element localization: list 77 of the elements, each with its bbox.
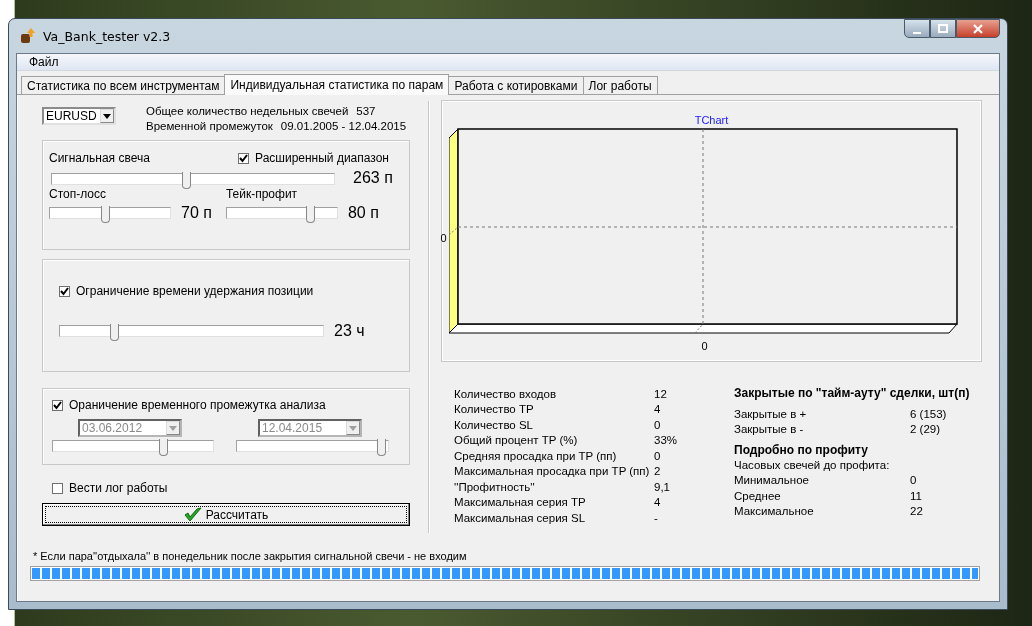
- slider-thumb[interactable]: [306, 206, 316, 223]
- close-icon: [972, 23, 984, 34]
- slider-thumb[interactable]: [110, 324, 120, 341]
- checkbox[interactable]: [52, 399, 63, 411]
- stat-value: 0: [910, 474, 917, 487]
- stat-label: ''Профитность'': [454, 480, 536, 493]
- maximize-button[interactable]: [930, 19, 956, 38]
- slider-value: 263 п: [353, 169, 393, 187]
- slider-value: 70 п: [181, 204, 212, 222]
- stat-label: Максимальное: [734, 505, 815, 518]
- minimize-button[interactable]: [904, 19, 930, 38]
- close-button[interactable]: [956, 19, 1000, 38]
- checkbox-label: Ораничение временного промежутка анализа: [69, 398, 326, 412]
- maximize-icon: [938, 23, 948, 34]
- stat-value: 4: [654, 496, 661, 509]
- tab[interactable]: Работа с котировками: [448, 76, 584, 94]
- stat-value: 2 (29): [910, 423, 941, 436]
- info-value: 09.01.2005 - 12.04.2015: [280, 120, 407, 132]
- stat-value: 12: [654, 387, 667, 400]
- stat-label: Среднее: [734, 489, 782, 502]
- stat-label: Максимальная просадка при TP (пп): [454, 465, 651, 478]
- stat-label: Количество SL: [454, 418, 535, 431]
- section-subtitle: Часовых свечей до профита:: [734, 457, 891, 473]
- stat-value: 11: [910, 489, 922, 502]
- menu-item[interactable]: Файл: [29, 55, 65, 69]
- section-title: Подробно по профиту: [734, 443, 869, 457]
- section-title: Закрытые по "тайм-ауту" сделки, шт(п): [734, 386, 970, 400]
- stat-value: -: [654, 511, 658, 524]
- info-label: Временной промежуток: [146, 120, 273, 132]
- field-label: Стоп-лосс: [49, 187, 107, 201]
- stat-label: Минимальное: [734, 474, 810, 487]
- slider-thumb[interactable]: [101, 206, 111, 223]
- stat-value: 9,1: [654, 480, 670, 493]
- tab[interactable]: Лог работы: [582, 76, 658, 94]
- tick-label: 0: [701, 340, 708, 352]
- stat-label: Закрытые в +: [734, 407, 808, 420]
- footnote: * Если пара''отдыхала'' в понедельник после закрытия сигнальной свечи - не входим: [32, 550, 468, 562]
- tab[interactable]: Статистика по всем инструментам: [21, 76, 226, 94]
- slider-value: 23 ч: [334, 322, 365, 340]
- dropdown-arrow-icon: [103, 113, 111, 119]
- stat-label: Максимальная серия TP: [454, 496, 587, 509]
- stat-value: 22: [910, 505, 923, 518]
- chart-title: TChart: [694, 114, 729, 126]
- tick-label: 0: [440, 232, 447, 244]
- tab[interactable]: Индивидуальная статистика по парам: [224, 74, 450, 95]
- checkbox-label: Ограничение времени удержания позиции: [76, 284, 314, 298]
- checkbox-label: Расширенный диапазон: [255, 151, 389, 165]
- minimize-icon: [913, 31, 921, 34]
- stat-value: 6 (153): [910, 407, 947, 420]
- stat-label: Общий процент TP (%): [454, 434, 579, 447]
- stat-value: 33%: [654, 434, 678, 447]
- dropdown-arrow-icon: [169, 425, 177, 431]
- checkbox[interactable]: [59, 285, 70, 297]
- field-label: Тейк-профит: [225, 187, 299, 201]
- stat-value: 0: [654, 418, 661, 431]
- info-value: 537: [356, 105, 376, 117]
- calculate-button[interactable]: Рассчитать: [42, 503, 410, 526]
- stat-value: 0: [654, 449, 661, 462]
- checkbox[interactable]: [238, 152, 250, 164]
- checkbox[interactable]: [52, 482, 63, 494]
- app-icon: [19, 27, 37, 45]
- stat-label: Средняя просадка при TP (пп): [454, 449, 618, 462]
- stat-label: Количество TP: [454, 403, 535, 416]
- checkbox-label: Вести лог работы: [69, 481, 168, 495]
- slider-value: 80 п: [347, 204, 379, 222]
- stat-label: Максимальная серия SL: [454, 511, 587, 524]
- check-icon: [183, 506, 202, 523]
- stat-label: Закрытые в -: [734, 423, 805, 436]
- dropdown-arrow-icon: [349, 425, 357, 431]
- stat-value: 2: [654, 465, 661, 478]
- pair-dropdown[interactable]: EURUSD: [42, 107, 116, 125]
- field-label: Сигнальная свеча: [49, 151, 150, 165]
- window-title: Va_Bank_tester v2.3: [43, 28, 171, 44]
- slider-thumb[interactable]: [182, 172, 192, 189]
- stat-value: 4: [654, 403, 661, 416]
- info-label: Общее количество недельных свечей: [146, 105, 349, 117]
- stat-label: Количество входов: [454, 387, 558, 400]
